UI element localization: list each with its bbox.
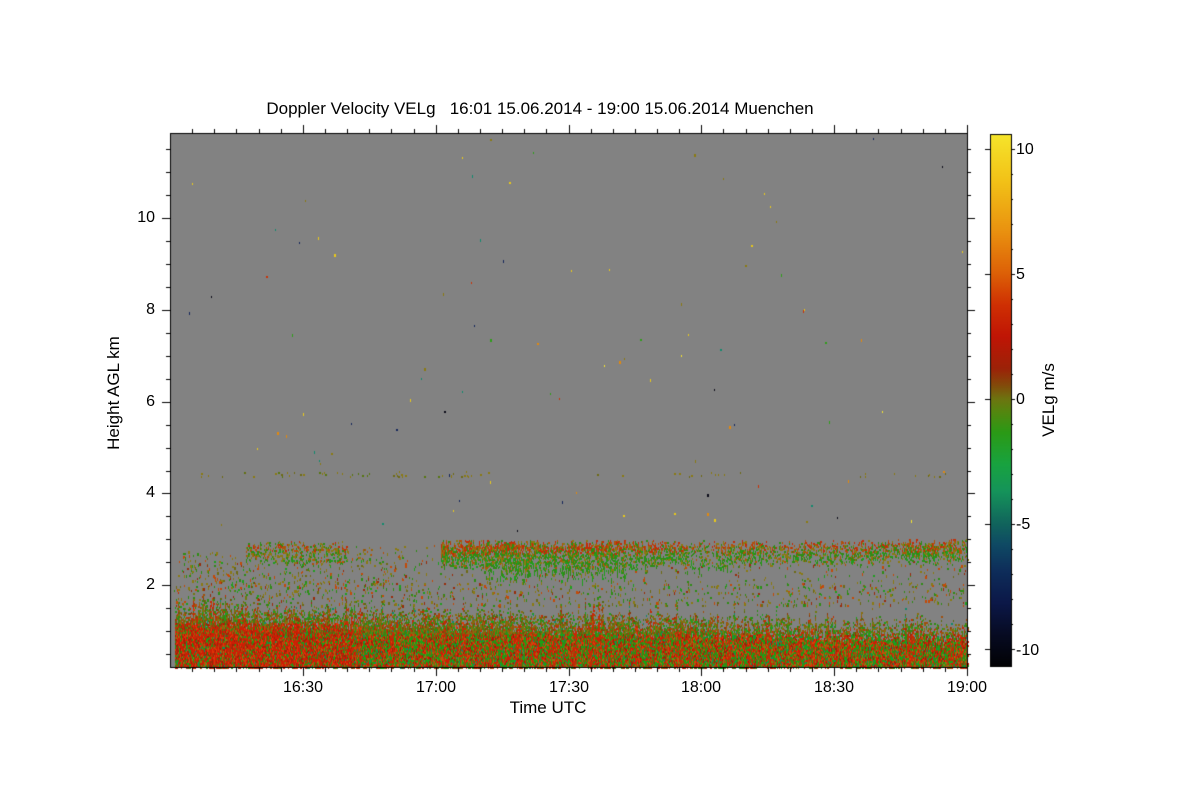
x-tick-label: 18:30: [813, 679, 855, 696]
x-tick-label: 18:00: [680, 679, 722, 696]
chart-title: Doppler Velocity VELg 16:01 15.06.2014 -…: [266, 99, 814, 118]
y-tick-label: 2: [146, 576, 155, 593]
y-tick-label: 10: [137, 209, 155, 226]
y-tick-label: 6: [146, 393, 155, 410]
x-tick-label: 17:30: [548, 679, 590, 696]
colorbar-tick-label: -10: [1016, 642, 1040, 659]
colorbar-tick-label: -5: [1016, 516, 1031, 533]
colorbar-tick-label: 5: [1016, 266, 1025, 283]
y-tick-label: 4: [146, 484, 155, 501]
x-tick-label: 17:00: [415, 679, 457, 696]
y-tick-label: 8: [146, 301, 155, 318]
colorbar-tick-label: 0: [1016, 391, 1025, 408]
x-tick-label: 19:00: [946, 679, 988, 696]
x-tick-label: 16:30: [282, 679, 324, 696]
x-axis-label: Time UTC: [509, 698, 587, 717]
colorbar-tick-label: 10: [1016, 141, 1034, 158]
doppler-velocity-plot-page: Doppler Velocity VELg 16:01 15.06.2014 -…: [0, 0, 1200, 800]
